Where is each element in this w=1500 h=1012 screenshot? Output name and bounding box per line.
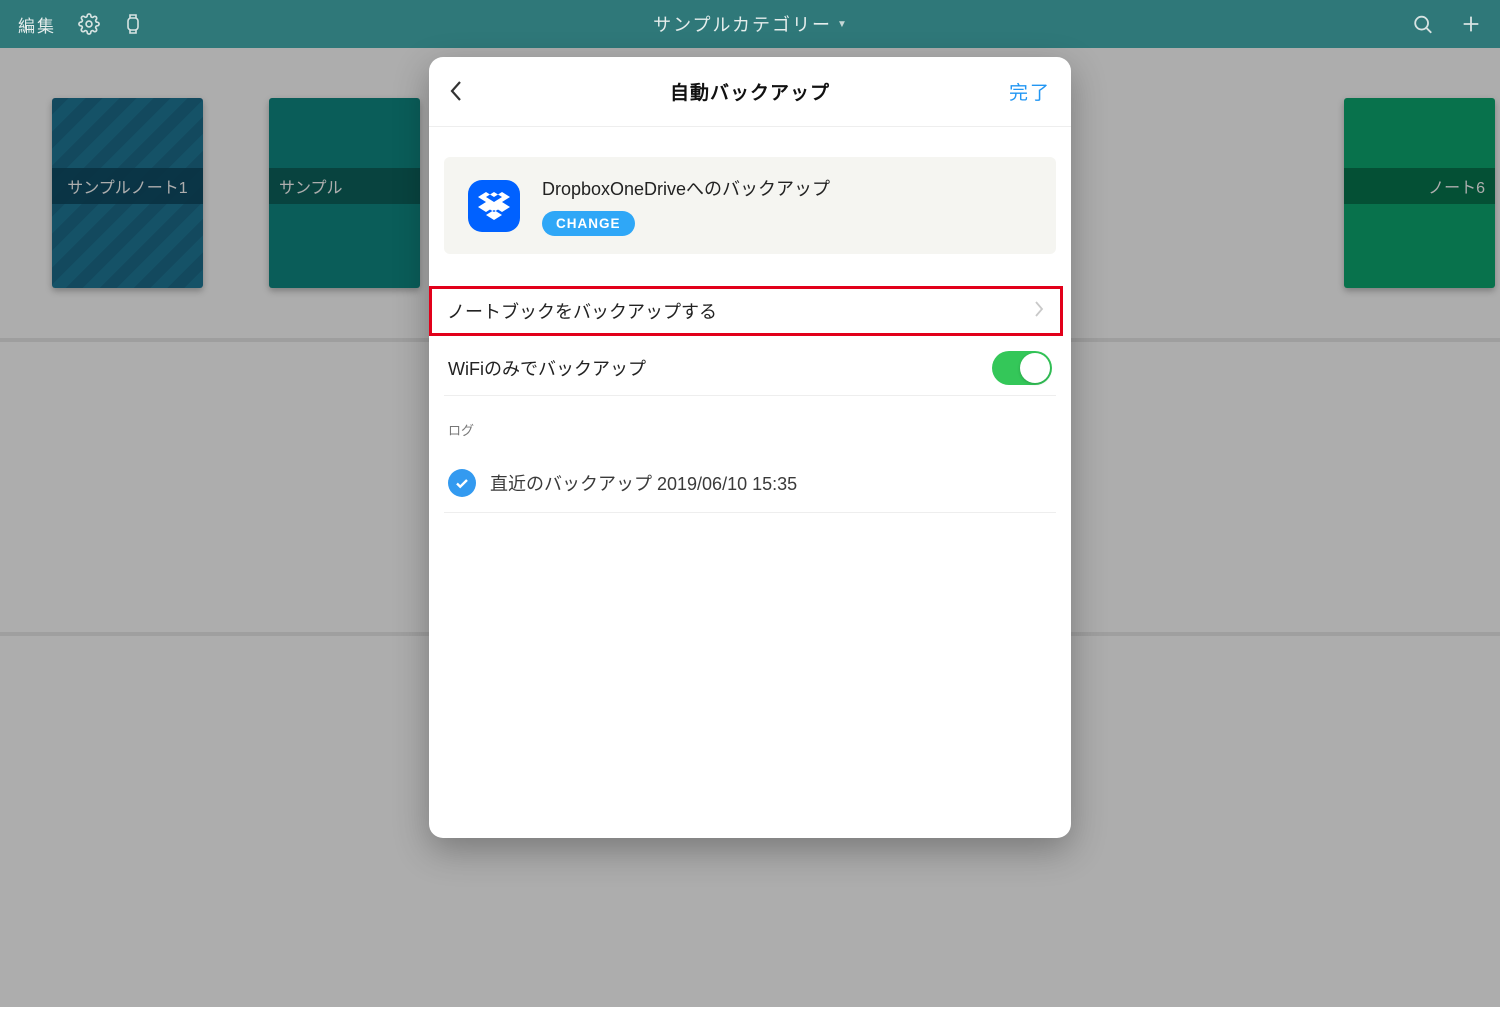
modal-header: 自動バックアップ 完了 (429, 57, 1071, 127)
backup-notebooks-label: ノートブックをバックアップする (447, 298, 717, 324)
backup-info: DropboxOneDriveへのバックアップ CHANGE (542, 175, 830, 236)
navbar-right (1412, 13, 1482, 35)
category-dropdown[interactable]: サンプルカテゴリー ▼ (653, 11, 847, 37)
search-icon[interactable] (1412, 13, 1434, 35)
navbar-left: 編集 (18, 12, 144, 37)
wifi-only-label: WiFiのみでバックアップ (448, 355, 646, 381)
auto-backup-modal: 自動バックアップ 完了 DropboxOneDriveへのバックアップ CHAN… (429, 57, 1071, 838)
modal-title: 自動バックアップ (670, 78, 830, 105)
chevron-down-icon: ▼ (837, 19, 847, 30)
backup-notebooks-row[interactable]: ノートブックをバックアップする (429, 286, 1063, 336)
dropbox-icon (468, 180, 520, 232)
change-button[interactable]: CHANGE (542, 211, 635, 236)
back-button[interactable] (449, 80, 473, 104)
done-button[interactable]: 完了 (1009, 78, 1051, 105)
gear-icon[interactable] (78, 13, 100, 35)
wifi-only-toggle[interactable] (992, 351, 1052, 385)
category-title: サンプルカテゴリー (653, 11, 832, 37)
check-icon (448, 469, 476, 497)
last-backup-text: 直近のバックアップ 2019/06/10 15:35 (490, 470, 797, 496)
backup-service-label: DropboxOneDriveへのバックアップ (542, 175, 830, 201)
navbar: 編集 サンプルカテゴリー ▼ (0, 0, 1500, 48)
last-backup-row: 直近のバックアップ 2019/06/10 15:35 (444, 453, 1056, 513)
backup-service-card: DropboxOneDriveへのバックアップ CHANGE (444, 157, 1056, 254)
log-section-header: ログ (444, 420, 1056, 439)
edit-button[interactable]: 編集 (18, 12, 56, 37)
wifi-only-row: WiFiのみでバックアップ (444, 340, 1056, 396)
watch-icon[interactable] (122, 13, 144, 35)
plus-icon[interactable] (1460, 13, 1482, 35)
toggle-knob (1020, 353, 1050, 383)
modal-body: DropboxOneDriveへのバックアップ CHANGE ノートブックをバッ… (429, 127, 1071, 838)
chevron-right-icon (1034, 301, 1044, 322)
